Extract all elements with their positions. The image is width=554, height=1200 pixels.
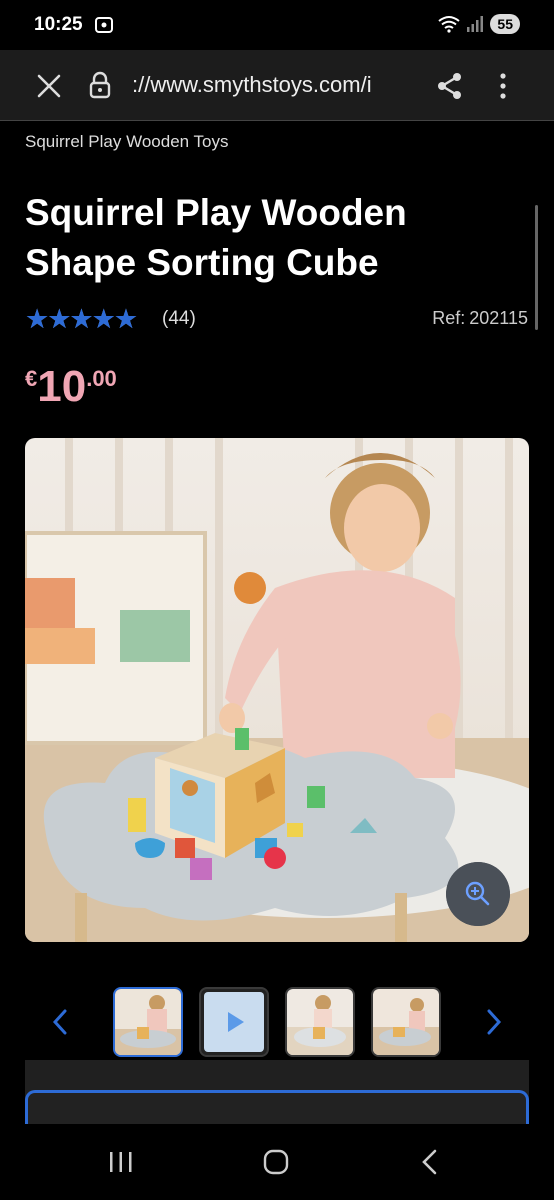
ref-value: 202115 [469,308,528,328]
price: €10.00 [25,362,117,412]
browser-toolbar: ://www.smythstoys.com/i [0,50,554,120]
zoom-button[interactable] [446,862,510,926]
status-bar: 10:25 55 [0,0,554,50]
product-photo-illustration [25,438,529,942]
battery-indicator: 55 [490,14,520,34]
wifi-icon [438,16,461,33]
product-image[interactable] [25,438,529,942]
status-time: 10:25 [34,14,83,35]
thumbnail-image [287,989,353,1055]
thumbnail-image [115,989,181,1055]
video-thumbnail [204,992,264,1052]
url-field[interactable]: ://www.smythstoys.com/i [132,72,412,98]
thumbnail-2-video[interactable] [199,987,269,1057]
review-count[interactable]: (44) [162,308,196,330]
signal-icon [467,16,484,32]
home-icon[interactable] [263,1149,289,1175]
star-icons-filled: ★★★★★ [25,305,138,333]
product-ref: Ref: 202115 [432,308,528,329]
thumbnail-4[interactable] [371,987,441,1057]
toolbar-divider [0,120,554,121]
rating[interactable]: ★★★★★ ★★★★★ (44) [25,305,196,333]
status-indicators: 55 [438,14,520,34]
system-nav-bar [0,1124,554,1200]
more-options-icon[interactable] [497,72,509,100]
thumbnail-carousel [0,985,554,1060]
close-icon[interactable] [36,73,62,99]
screen-record-icon [95,17,113,33]
lock-icon[interactable] [89,71,111,99]
price-cents: .00 [86,366,117,391]
price-main: 10 [37,362,87,411]
brand-link[interactable]: Squirrel Play Wooden Toys [25,132,228,152]
ref-label: Ref: [432,308,466,328]
back-icon[interactable] [420,1149,440,1175]
thumbnail-3[interactable] [285,987,355,1057]
recent-apps-icon[interactable] [108,1151,134,1173]
chevron-left-icon[interactable] [50,1007,70,1037]
product-title: Squirrel Play Wooden Shape Sorting Cube [25,192,407,283]
thumbnail-image [373,989,439,1055]
scrollbar[interactable] [535,205,538,330]
price-currency: € [25,366,38,391]
thumbnail-1[interactable] [113,987,183,1057]
share-icon[interactable] [436,72,464,100]
chevron-right-icon[interactable] [484,1007,504,1037]
star-rating: ★★★★★ ★★★★★ [25,305,153,333]
